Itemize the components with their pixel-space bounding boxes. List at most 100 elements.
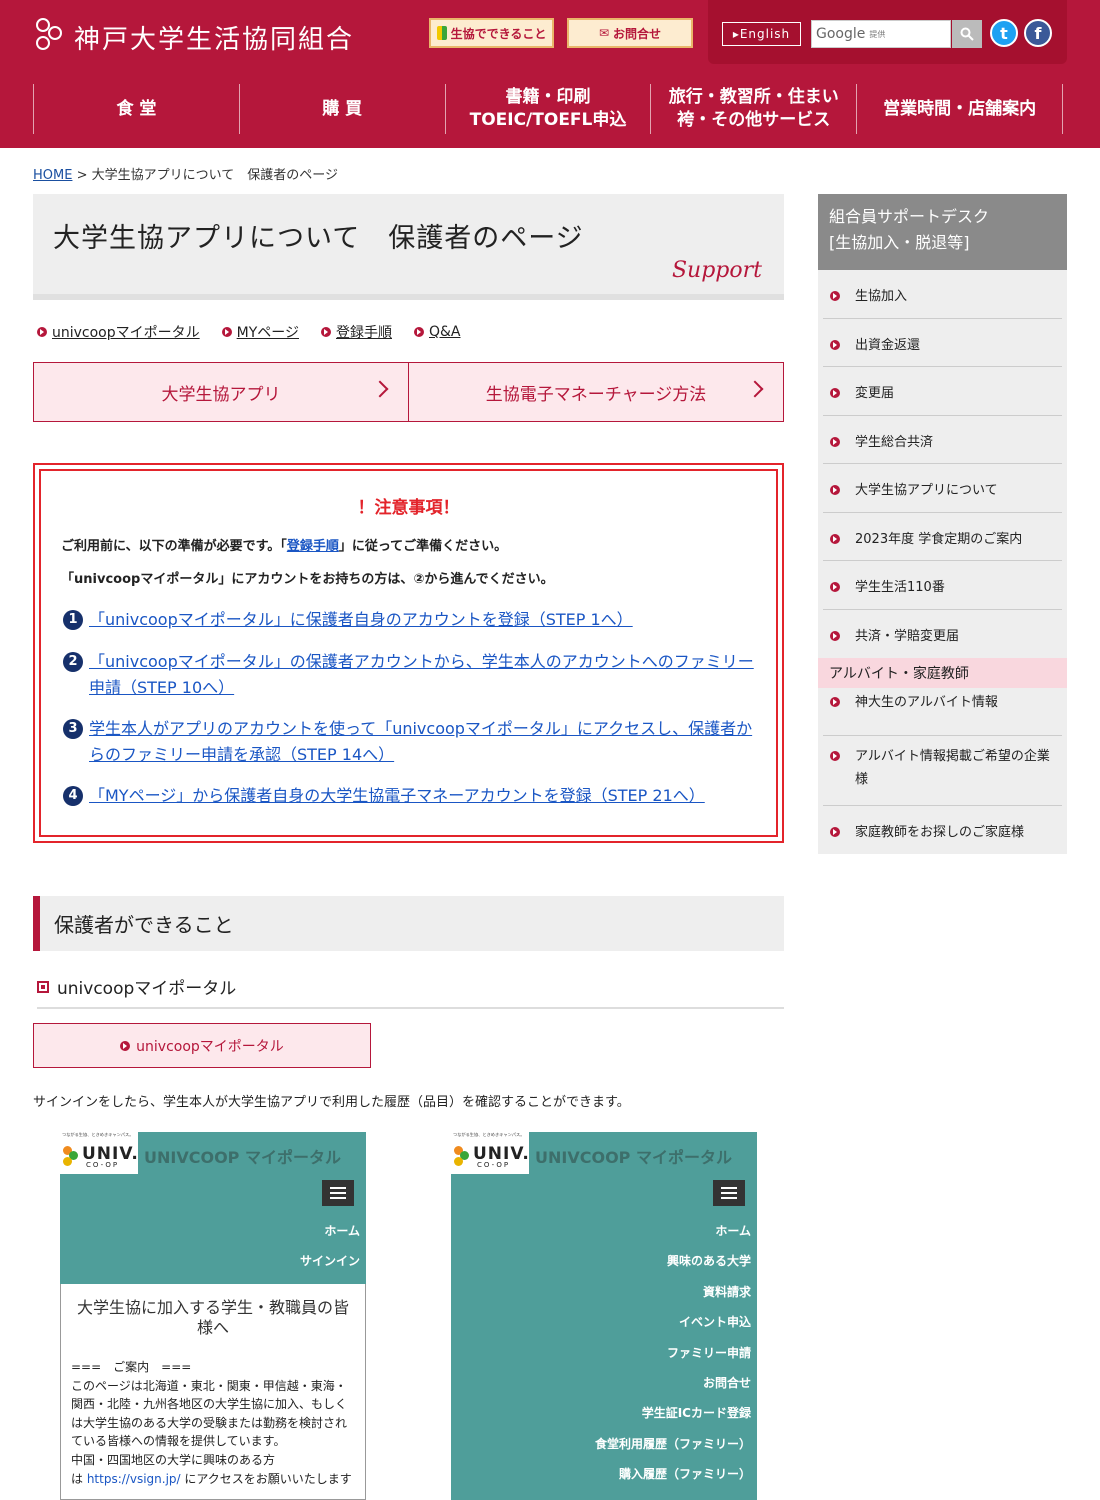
sidebar-item-label: 学生総合共済 (855, 435, 934, 450)
arrow-circle-icon (414, 327, 424, 337)
sidebar-item-110[interactable]: 学生生活110番 (823, 561, 1062, 610)
step-3-link[interactable]: 学生本人がアプリのアカウントを使って「univcoopマイポータル」にアクセスし… (89, 716, 763, 767)
sidebar-item-label: 変更届 (855, 386, 895, 401)
coop-services-button[interactable]: 生協でできること (429, 18, 554, 48)
sidebar-item-mutual-aid[interactable]: 学生総合共済 (823, 416, 1062, 464)
sublink-registration[interactable]: 登録手順 (321, 322, 392, 342)
sidebar-item-liability-change[interactable]: 共済・学賠変更届 (823, 610, 1062, 658)
menu-item: ホーム (324, 1224, 360, 1238)
nav-cafeteria[interactable]: 食 堂 (33, 84, 239, 134)
sublink-qa[interactable]: Q&A (414, 322, 461, 342)
search-button[interactable] (952, 20, 982, 48)
page-title: 大学生協アプリについて 保護者のページ (53, 223, 584, 254)
menu-item: 資料請求 (702, 1284, 751, 1299)
sublink-mypage[interactable]: MYページ (221, 322, 299, 342)
registration-steps-link[interactable]: 登録手順 (287, 539, 339, 554)
phone-menu: ホーム サインイン (300, 1222, 360, 1282)
intro-line: このページは北海道・東北・関東・甲信越・東海・関西・北陸・九州各地区の大学生協に… (71, 1378, 348, 1449)
contact-label: お問合せ (613, 26, 662, 41)
menu-item: お問合せ (702, 1375, 751, 1390)
twitter-icon[interactable]: t (990, 19, 1018, 47)
nav-hours[interactable]: 営業時間・店舗案内 (856, 84, 1063, 134)
menu-item: 興味のある大学 (666, 1254, 751, 1269)
step-4-link[interactable]: 「MYページ」から保護者自身の大学生協電子マネーアカウントを登録（STEP 21… (89, 783, 705, 809)
coop-services-label: 生協でできること (450, 26, 547, 41)
phone-intro: === ご案内 === このページは北海道・東北・関東・甲信越・東海・関西・北陸… (71, 1358, 355, 1488)
nav-label: TOEIC/TOEFL申込 (469, 110, 627, 130)
notice-text: ご利用前に、以下の準備が必要です。「 (61, 539, 287, 554)
nav-label: 購 買 (322, 98, 363, 119)
google-sub-label: 提供 (869, 29, 886, 39)
menu-item: 食堂利用履歴（ファミリー） (594, 1436, 751, 1451)
notice-paragraph-1: ご利用前に、以下の準備が必要です。「登録手順」に従ってご準備ください。 (61, 535, 507, 554)
sublink-label: univcoopマイポータル (52, 325, 200, 341)
intro-line: === ご案内 === (71, 1360, 192, 1374)
sidebar-item-companies[interactable]: アルバイト情報掲載ご希望の企業様 (823, 736, 1062, 806)
sublink-label: 登録手順 (336, 325, 392, 341)
sidebar-item-label: 出資金返還 (855, 338, 921, 353)
number-4-icon: 4 (63, 786, 83, 806)
hamburger-menu-icon (322, 1180, 354, 1206)
coop-app-label: 大学生協アプリ (161, 384, 281, 405)
google-search-input[interactable]: Google 提供 (811, 20, 951, 48)
sidebar-item-join[interactable]: 生協加入 (823, 270, 1062, 319)
menu-item: 購入履歴（ファミリー） (618, 1467, 751, 1482)
intro-line: は https://vsign.jp/ にアクセスをお願いいたします (71, 1470, 355, 1489)
nav-label: 旅行・教習所・住まい (668, 87, 839, 108)
step-2: 2 「univcoopマイポータル」の保護者アカウントから、学生本人のアカウント… (63, 649, 763, 700)
sidebar-item-label: 神大生のアルバイト情報 (855, 695, 998, 710)
nav-shop[interactable]: 購 買 (238, 84, 445, 134)
step-1-link[interactable]: 「univcoopマイポータル」に保護者自身のアカウントを登録（STEP 1へ） (89, 607, 633, 633)
step-2-link[interactable]: 「univcoopマイポータル」の保護者アカウントから、学生本人のアカウントへの… (89, 649, 763, 700)
english-link[interactable]: ▸English (722, 22, 801, 46)
arrow-circle-icon (830, 485, 840, 495)
portal-name: UNIVCOOP マイポータル (144, 1148, 341, 1167)
square-bullet-icon (37, 980, 49, 993)
subsection-label: univcoopマイポータル (57, 979, 237, 999)
facebook-icon[interactable]: f (1024, 19, 1052, 47)
beginner-leaf-icon (436, 26, 447, 40)
site-header: 神戸大学生活協同組合 生協でできること ✉ お問合せ ▸English Goog… (0, 0, 1100, 148)
arrow-circle-icon (830, 827, 840, 837)
nav-books[interactable]: 書籍・印刷 TOEIC/TOEFL申込 (444, 84, 651, 134)
arrow-circle-icon (221, 327, 232, 337)
coop-circles-icon (63, 1146, 79, 1168)
univcoop-logo: つながる生協、ときめきキャンパス。 UNIV. CO-OP (451, 1132, 529, 1174)
coop-app-button[interactable]: 大学生協アプリ (33, 362, 409, 422)
notice-text: 」に従ってご準備ください。 (338, 539, 508, 554)
sidebar-item-label: 大学生協アプリについて (855, 483, 998, 498)
sidebar-item-tutor[interactable]: 家庭教師をお探しのご家庭様 (823, 806, 1062, 854)
arrow-circle-icon (321, 327, 331, 337)
sidebar-item-parttime[interactable]: 神大生のアルバイト情報 (823, 688, 1062, 736)
portal-button[interactable]: univcoopマイポータル (33, 1023, 371, 1068)
arrow-circle-icon (830, 340, 840, 350)
breadcrumb-current: 大学生協アプリについて 保護者のページ (91, 168, 338, 183)
breadcrumb-home[interactable]: HOME (33, 168, 72, 183)
breadcrumb-sep: > (72, 168, 92, 183)
arrow-circle-icon (830, 631, 840, 641)
sidebar-item-meal-plan[interactable]: 2023年度 学食定期のご案内 (823, 513, 1062, 561)
sidebar-item-refund[interactable]: 出資金返還 (823, 319, 1062, 367)
sidebar-heading: 組合員サポートデスク [生協加入・脱退等] (818, 194, 1067, 270)
logo-tagline: つながる生協、ときめきキャンパス。 (453, 1132, 525, 1138)
sidebar-item-change[interactable]: 変更届 (823, 367, 1062, 416)
menu-item: ファミリー申請 (666, 1345, 751, 1360)
section-heading: 保護者ができること (33, 896, 784, 951)
emoney-charge-button[interactable]: 生協電子マネーチャージ方法 (409, 362, 784, 422)
subsection-heading: univcoopマイポータル (37, 974, 784, 1009)
nav-label: 食 堂 (116, 98, 157, 119)
sublink-portal[interactable]: univcoopマイポータル (37, 322, 200, 342)
site-logo[interactable]: 神戸大学生活協同組合 (34, 14, 354, 60)
google-label: Google (816, 26, 866, 42)
intro-text: にアクセスをお願いいたします (180, 1471, 352, 1486)
number-2-icon: 2 (63, 652, 83, 672)
sidebar-heading-line: 組合員サポートデスク (829, 207, 990, 226)
sidebar-item-label: 共済・学賠変更届 (855, 629, 960, 644)
arrow-circle-icon (830, 388, 840, 398)
sidebar-item-app[interactable]: 大学生協アプリについて (823, 464, 1062, 513)
arrow-circle-icon (830, 534, 840, 544)
contact-button[interactable]: ✉ お問合せ (567, 18, 693, 48)
nav-label: 袴・その他サービス (677, 110, 831, 130)
nav-travel[interactable]: 旅行・教習所・住まい 袴・その他サービス (650, 84, 856, 134)
sidebar-category: アルバイト・家庭教師 (818, 658, 1067, 688)
